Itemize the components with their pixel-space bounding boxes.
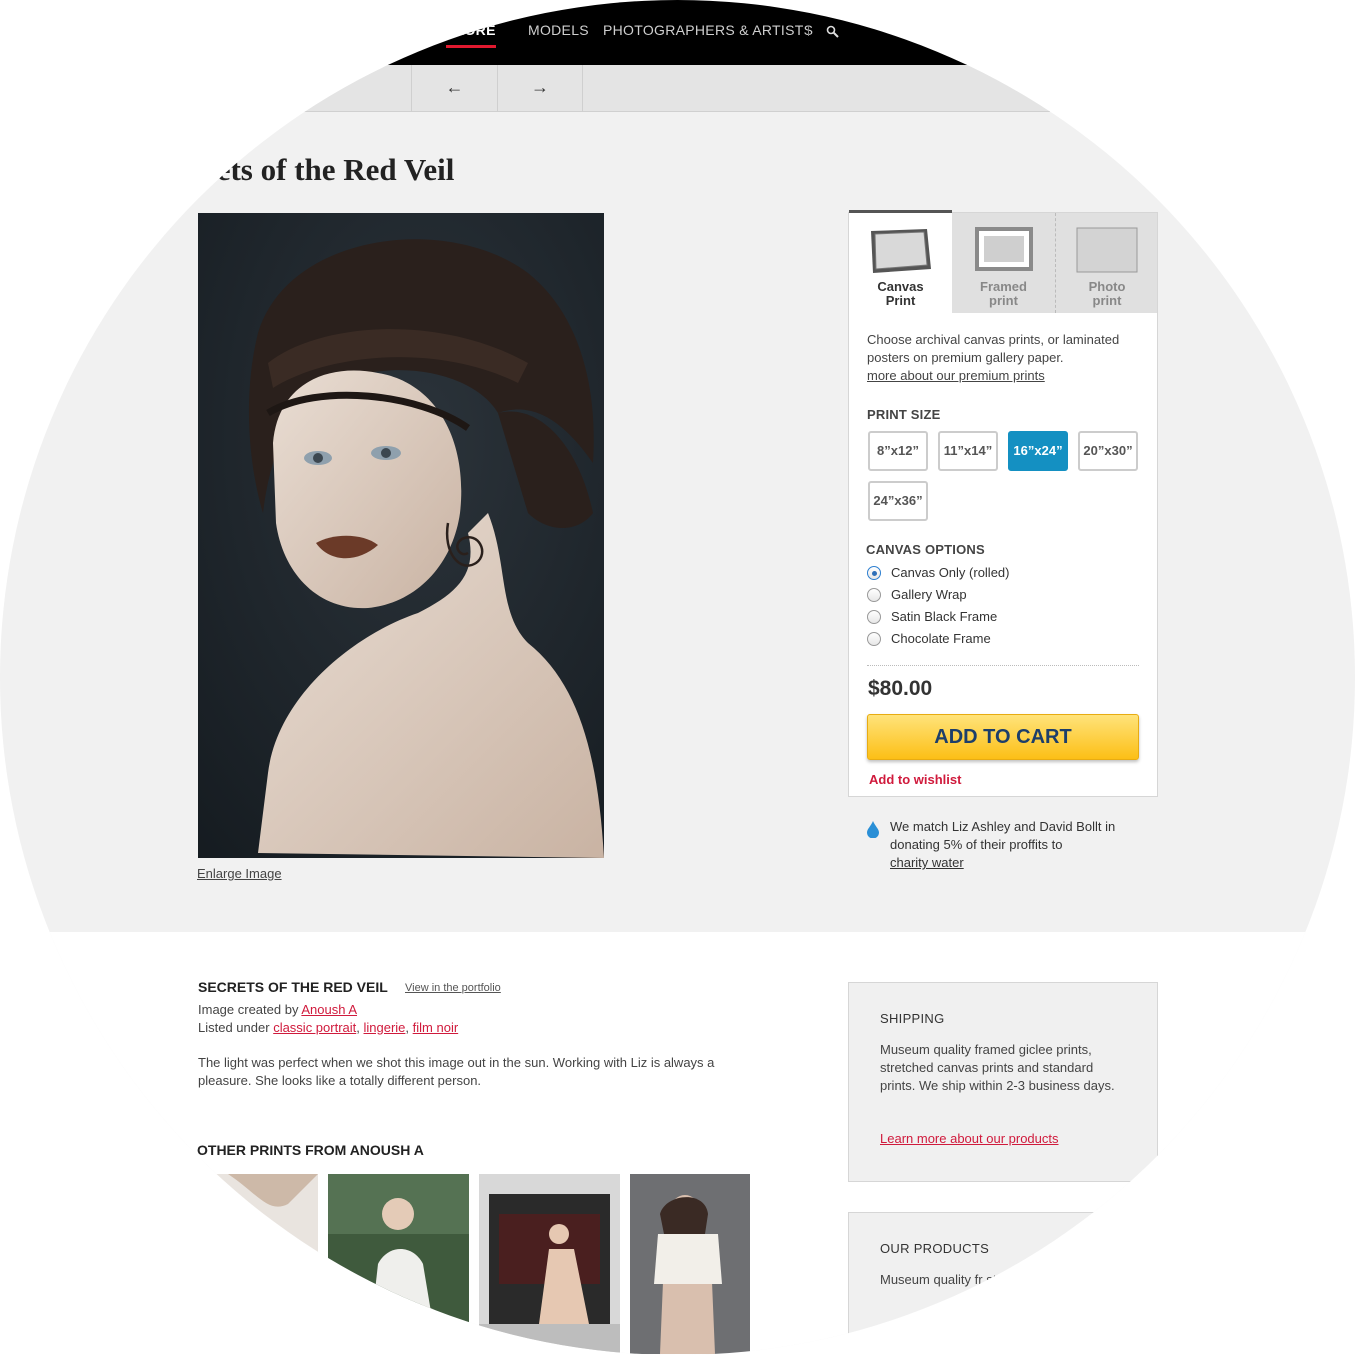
created-by-label: Image created by — [198, 1002, 299, 1017]
other-print-thumbnail[interactable] — [198, 1174, 318, 1354]
radio-unchecked[interactable] — [867, 588, 881, 602]
enlarge-image-link[interactable]: Enlarge Image — [197, 866, 282, 881]
charity-text: We match Liz Ashley and David Bollt in d… — [890, 819, 1116, 852]
divider — [867, 665, 1139, 666]
size-option-11x14[interactable]: 11”x14” — [938, 431, 998, 471]
tab-canvas-print[interactable]: Canvas Print — [849, 210, 952, 313]
created-by-line: Image created by Anoush A — [198, 1002, 357, 1017]
previous-button[interactable]: ← — [411, 65, 497, 112]
our-products-box: OUR PRODUCTS Museum quality fr stretched… — [848, 1212, 1158, 1355]
print-type-tabs: Canvas Print Framed print Photo print — [849, 210, 1157, 313]
tab-framed-print[interactable]: Framed print — [952, 213, 1056, 313]
listed-under-line: Listed under classic portrait, lingerie,… — [198, 1020, 459, 1035]
print-description-text: Choose archival canvas prints, or lamina… — [867, 332, 1120, 365]
add-to-wishlist-link[interactable]: Add to wishlist — [869, 772, 961, 787]
shipping-text: Museum quality framed giclee prints, str… — [880, 1042, 1115, 1093]
nav-models[interactable]: MODELS — [528, 22, 589, 38]
tab-canvas-print-label: Canvas Print — [877, 279, 924, 308]
artwork-title-heading: SECRETS OF THE RED VEIL — [198, 979, 388, 995]
other-print-thumbnail[interactable] — [328, 1174, 469, 1354]
size-option-8x12[interactable]: 8”x12” — [868, 431, 928, 471]
water-drop-icon — [867, 821, 879, 838]
radio-unchecked[interactable] — [867, 610, 881, 624]
author-link[interactable]: Anoush A — [301, 1002, 357, 1017]
listed-under-label: Listed under — [198, 1020, 270, 1035]
breadcrumb-link[interactable]: A Prints — [240, 80, 285, 95]
size-option-20x30[interactable]: 20”x30” — [1078, 431, 1138, 471]
radio-unchecked[interactable] — [867, 632, 881, 646]
option-label: Canvas Only (rolled) — [891, 565, 1010, 580]
more-about-prints-link[interactable]: more about our premium prints — [867, 368, 1045, 383]
page-title: ecrets of the Red Veil — [176, 152, 455, 187]
price: $80.00 — [868, 677, 933, 700]
artwork-description: The light was perfect when we shot this … — [198, 1055, 715, 1088]
charity-water-link[interactable]: charity water — [890, 855, 964, 870]
other-prints-heading: OTHER PRINTS FROM ANOUSH A — [197, 1142, 424, 1158]
tag-link[interactable]: classic portrait — [273, 1020, 356, 1035]
print-size-label: PRINT SIZE — [867, 407, 941, 422]
nav-photographers-artists[interactable]: PHOTOGRAPHERS & ARTISTS — [603, 22, 813, 38]
tag-link[interactable]: lingerie — [364, 1020, 406, 1035]
option-label: Satin Black Frame — [891, 609, 998, 624]
option-label: Chocolate Frame — [891, 631, 991, 646]
canvas-options-label: CANVAS OPTIONS — [866, 542, 985, 557]
page-viewport: PLORE MODELS PHOTOGRAPHERS & ARTISTS A P… — [0, 0, 1355, 1355]
tab-framed-print-label: Framed print — [980, 279, 1027, 308]
photo-print-icon — [1076, 227, 1138, 273]
tab-photo-print[interactable]: Photo print — [1057, 213, 1157, 313]
tag-link[interactable]: film noir — [413, 1020, 459, 1035]
purchase-panel: Canvas Print Framed print Photo print Ch… — [848, 210, 1158, 797]
artwork-image[interactable] — [198, 213, 604, 858]
top-navigation: PLORE MODELS PHOTOGRAPHERS & ARTISTS — [0, 0, 1355, 65]
search-icon[interactable] — [826, 25, 840, 39]
radio-checked[interactable] — [867, 566, 881, 580]
learn-more-products-link[interactable]: Learn more about our products — [880, 1131, 1059, 1146]
size-option-24x36[interactable]: 24”x36” — [868, 481, 928, 521]
view-in-portfolio-link[interactable]: View in the portfolio — [405, 982, 501, 994]
breadcrumb-bar: A Prints ← → — [0, 65, 1050, 112]
other-print-thumbnail[interactable] — [479, 1174, 620, 1354]
next-button[interactable]: → — [497, 65, 583, 112]
print-description: Choose archival canvas prints, or lamina… — [867, 331, 1147, 385]
add-to-cart-button[interactable]: ADD TO CART — [867, 714, 1139, 760]
our-products-title: OUR PRODUCTS — [880, 1241, 990, 1256]
size-option-16x24[interactable]: 16”x24” — [1008, 431, 1068, 471]
canvas-print-icon — [871, 229, 931, 273]
our-products-text: Museum quality fr stretched c prints — [880, 1272, 1086, 1287]
other-print-thumbnail[interactable] — [630, 1174, 750, 1354]
shipping-title: SHIPPING — [880, 1011, 945, 1026]
nav-explore[interactable]: PLORE — [446, 22, 496, 48]
nav-divider — [808, 26, 809, 36]
framed-print-icon — [975, 227, 1033, 271]
tab-photo-print-label: Photo print — [1088, 279, 1126, 308]
option-label: Gallery Wrap — [891, 587, 967, 602]
shipping-box: SHIPPING Museum quality framed giclee pr… — [848, 982, 1158, 1182]
